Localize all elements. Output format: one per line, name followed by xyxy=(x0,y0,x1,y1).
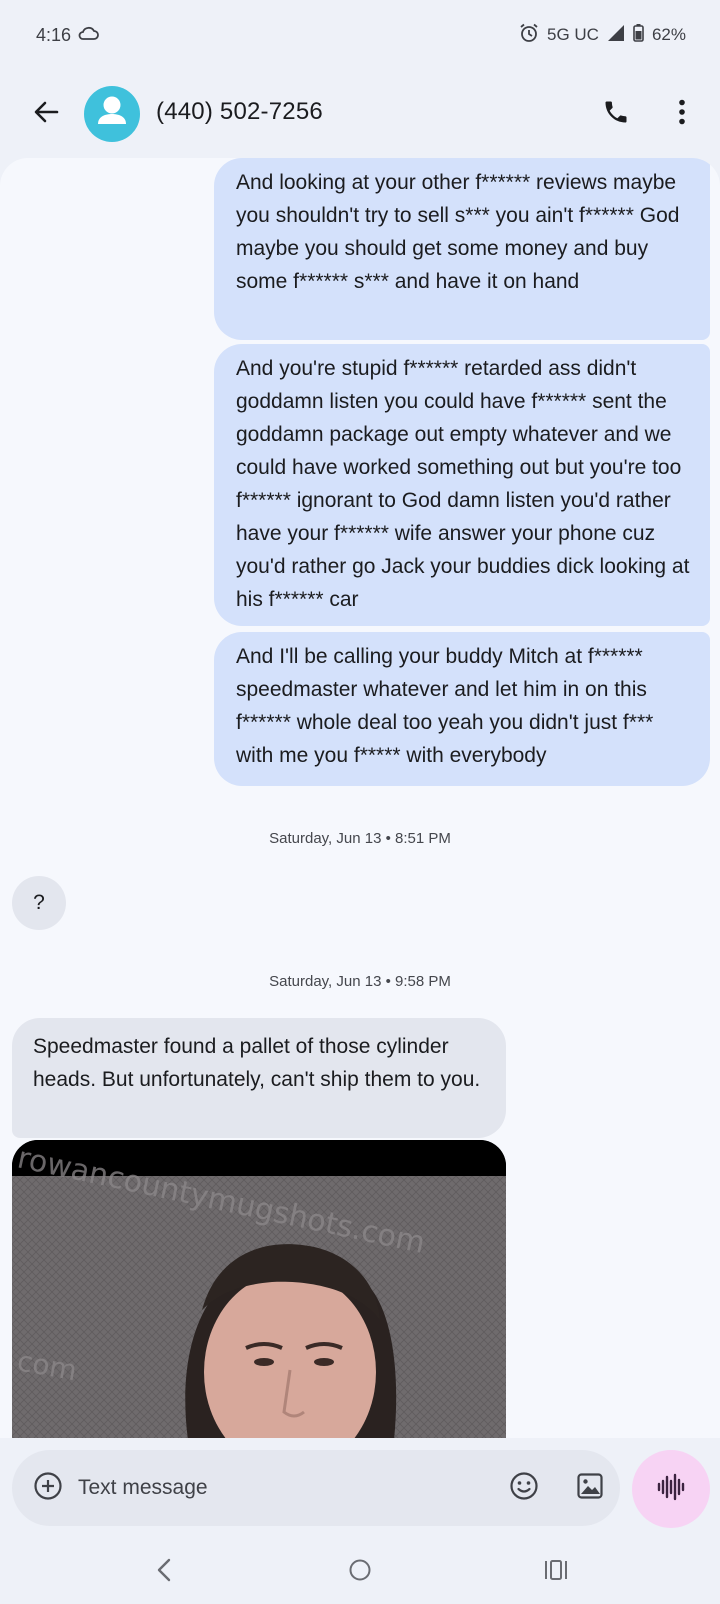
outgoing-message[interactable]: And you're stupid f****** retarded ass d… xyxy=(214,344,710,626)
status-time: 4:16 xyxy=(36,24,72,45)
signal-icon xyxy=(607,24,625,47)
back-arrow-icon xyxy=(33,99,59,130)
message-timestamp: Saturday, Jun 13 • 8:51 PM xyxy=(269,830,451,847)
emoji-button[interactable] xyxy=(506,1470,542,1506)
conversation-header: (440) 502-7256 xyxy=(0,78,720,150)
add-attachment-button[interactable] xyxy=(30,1470,66,1506)
add-circle-icon xyxy=(33,1471,63,1506)
alarm-icon xyxy=(519,23,539,48)
emoji-icon xyxy=(509,1471,539,1506)
message-composer xyxy=(12,1450,620,1526)
network-label: 5G UC xyxy=(547,25,599,44)
nav-back-button[interactable] xyxy=(140,1552,188,1592)
gallery-button[interactable] xyxy=(572,1470,608,1506)
home-icon xyxy=(348,1558,372,1587)
recents-button[interactable] xyxy=(532,1552,580,1592)
recents-icon xyxy=(543,1559,569,1586)
contact-name[interactable]: (440) 502-7256 xyxy=(156,98,323,126)
back-icon xyxy=(156,1558,172,1587)
back-button[interactable] xyxy=(22,90,70,138)
more-options-button[interactable] xyxy=(658,90,706,138)
battery-percent: 62% xyxy=(651,25,686,44)
outgoing-message[interactable]: And I'll be calling your buddy Mitch at … xyxy=(214,632,710,786)
phone-icon xyxy=(602,98,630,131)
message-input[interactable] xyxy=(76,1468,476,1508)
message-list[interactable]: And looking at your other f****** review… xyxy=(0,158,720,1438)
voice-message-button[interactable] xyxy=(632,1450,710,1528)
incoming-message[interactable]: ? xyxy=(12,876,66,930)
avatar-person-icon xyxy=(84,86,140,142)
voice-waveform-icon xyxy=(656,1472,686,1507)
gallery-icon xyxy=(575,1471,605,1506)
message-timestamp: Saturday, Jun 13 • 9:58 PM xyxy=(269,973,451,990)
outgoing-message[interactable]: And looking at your other f****** review… xyxy=(214,158,710,340)
incoming-message[interactable]: Speedmaster found a pallet of those cyli… xyxy=(12,1018,506,1138)
more-vert-icon xyxy=(678,99,686,130)
incoming-photo[interactable]: rowancountymugshots.com com xyxy=(12,1140,506,1438)
status-left: 4:16 xyxy=(36,25,99,46)
cloud-icon xyxy=(77,25,99,46)
status-right: 5G UC 62% xyxy=(519,23,686,48)
home-button[interactable] xyxy=(336,1552,384,1592)
call-button[interactable] xyxy=(592,90,640,138)
mugshot-image: rowancountymugshots.com com xyxy=(12,1140,506,1438)
battery-icon xyxy=(633,23,644,47)
avatar[interactable] xyxy=(84,86,140,142)
status-bar: 4:16 5G UC 62% xyxy=(0,0,720,70)
system-nav-bar xyxy=(0,1540,720,1604)
